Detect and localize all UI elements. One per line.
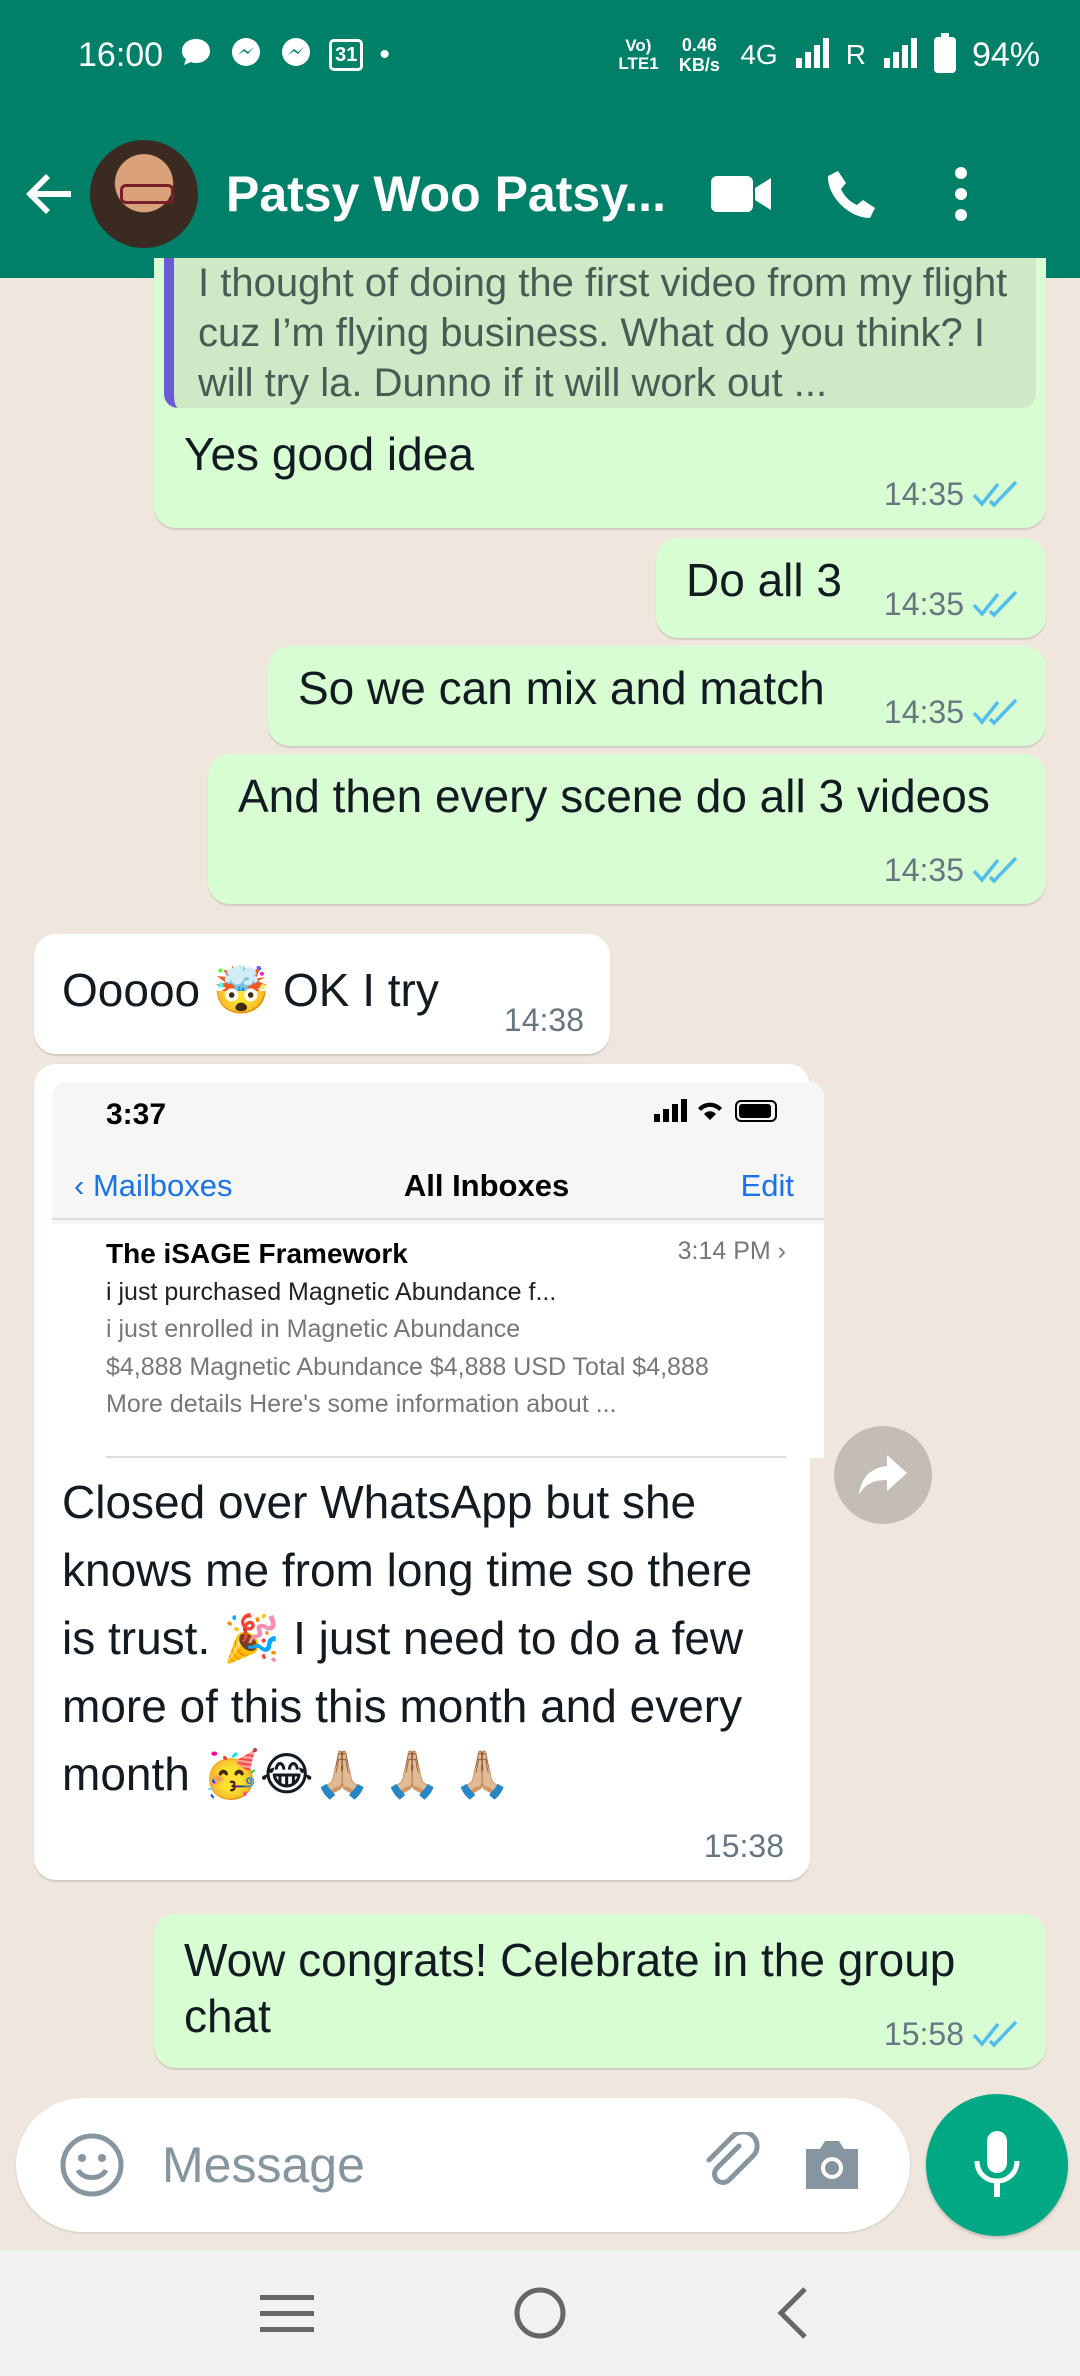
- emoji-button[interactable]: [42, 2115, 142, 2215]
- mail-line: i just purchased Magnetic Abundance f...: [106, 1278, 557, 1306]
- screenshot-status-bar: 3:37: [52, 1082, 824, 1148]
- screenshot-title: All Inboxes: [403, 1167, 570, 1203]
- status-time: 16:00: [78, 35, 164, 74]
- messenger-icon-2: [279, 35, 313, 75]
- message-text: And then every scene do all 3 videos: [238, 770, 990, 822]
- dot-icon: •: [379, 38, 390, 71]
- volte-indicator: Vo) LTE1: [618, 36, 659, 73]
- screenshot-mail-item: The iSAGE Framework 3:14 PM › i just pur…: [52, 1224, 824, 1458]
- message-bubble[interactable]: I thought of doing the first video from …: [154, 258, 1046, 528]
- video-call-button[interactable]: [686, 144, 796, 244]
- read-ticks-icon: [972, 480, 1018, 508]
- read-ticks-icon: [972, 856, 1018, 884]
- back-nav-button[interactable]: [738, 2258, 848, 2368]
- camera-button[interactable]: [782, 2115, 882, 2215]
- message-bubble[interactable]: Do all 3 14:35: [656, 538, 1046, 638]
- image-message-bubble[interactable]: 3:37 ‹ Mailboxes All Inboxes Edit The iS…: [34, 1064, 824, 1880]
- message-text: Do all 3: [686, 554, 842, 606]
- message-text: Closed over WhatsApp but she knows me fr…: [62, 1476, 753, 1800]
- message-meta: 14:38: [504, 1000, 584, 1040]
- forward-icon: [859, 1455, 907, 1495]
- message-bubble[interactable]: So we can mix and match 14:35: [268, 646, 1046, 746]
- mail-line: More details Here's some information abo…: [106, 1389, 617, 1418]
- quoted-message[interactable]: I thought of doing the first video from …: [164, 258, 1036, 408]
- message-text: Wow congrats! Celebrate in the group cha…: [184, 1934, 956, 2042]
- message-meta: 14:35: [884, 474, 1020, 514]
- quoted-text: I thought of doing the first video from …: [198, 261, 1008, 405]
- message-text-part: Ooooo: [62, 964, 201, 1016]
- message-meta: 14:35: [884, 850, 1020, 890]
- message-time: 14:35: [883, 852, 964, 888]
- voice-call-button[interactable]: [796, 144, 906, 244]
- message-input[interactable]: Message: [162, 2136, 682, 2194]
- message-meta: 14:35: [884, 692, 1020, 732]
- message-time: 14:35: [883, 586, 964, 622]
- message-text: Yes good idea: [184, 428, 474, 480]
- message-input-bar: Message: [16, 2098, 910, 2232]
- message-meta: 14:35: [884, 584, 1020, 624]
- messenger-icon: [229, 35, 263, 75]
- camera-icon: [806, 2141, 858, 2189]
- back-button[interactable]: [10, 144, 90, 244]
- screenshot-nav: ‹ Mailboxes All Inboxes Edit: [52, 1154, 824, 1220]
- message-time: 15:58: [883, 2016, 964, 2052]
- read-ticks-icon: [972, 698, 1018, 726]
- more-options-button[interactable]: [906, 144, 1016, 244]
- chat-notification-icon: [179, 35, 213, 75]
- chat-area[interactable]: I thought of doing the first video from …: [0, 258, 1080, 2098]
- video-camera-icon: [711, 176, 771, 212]
- avatar[interactable]: [90, 140, 198, 248]
- exploding-head-emoji: 🤯: [212, 964, 271, 1016]
- mail-line: i just enrolled in Magnetic Abundance: [106, 1315, 521, 1344]
- mail-time: 3:14 PM ›: [677, 1237, 786, 1265]
- battery-level: 94%: [971, 35, 1040, 74]
- screenshot-time: 3:37: [106, 1098, 167, 1132]
- message-time: 14:35: [883, 476, 964, 512]
- home-circle-icon: [514, 2287, 566, 2339]
- message-bubble[interactable]: And then every scene do all 3 videos 14:…: [208, 754, 1046, 904]
- attach-button[interactable]: [682, 2115, 782, 2215]
- network-speed: 0.46 KB/s: [678, 35, 720, 75]
- roaming-indicator: R: [845, 39, 866, 70]
- signal-icon-2: [882, 36, 918, 74]
- chat-header: Patsy Woo Patsy...: [0, 110, 1080, 278]
- emoji-icon: [60, 2133, 124, 2197]
- screenshot-back-link: ‹ Mailboxes: [74, 1167, 233, 1203]
- contact-name[interactable]: Patsy Woo Patsy...: [226, 165, 666, 223]
- menu-icon: [259, 2295, 314, 2332]
- battery-icon: [933, 33, 956, 73]
- voice-record-button[interactable]: [926, 2094, 1068, 2236]
- message-time: 14:35: [883, 694, 964, 730]
- email-screenshot-image[interactable]: 3:37 ‹ Mailboxes All Inboxes Edit The iS…: [52, 1082, 824, 1458]
- message-meta: 15:38: [704, 1826, 784, 1866]
- signal-icon: [794, 36, 830, 74]
- read-ticks-icon: [972, 590, 1018, 618]
- network-type: 4G: [740, 39, 778, 70]
- message-bubble[interactable]: Ooooo 🤯 OK I try 14:38: [34, 934, 610, 1054]
- message-text-part: OK I try: [282, 964, 439, 1016]
- message-time: 14:38: [503, 1002, 584, 1038]
- screenshot-status-icons: [654, 1096, 784, 1134]
- calendar-icon: 31: [329, 39, 364, 71]
- chevron-left-icon: [777, 2287, 808, 2339]
- system-nav-bar: [0, 2250, 1080, 2376]
- more-vertical-icon: [955, 167, 967, 221]
- message-text: So we can mix and match: [298, 662, 825, 714]
- status-bar: 16:00 31 • Vo) LTE1 0.46 KB/s 4G R 94%: [0, 0, 1080, 110]
- message-time: 15:38: [703, 1828, 784, 1864]
- phone-icon: [827, 171, 875, 218]
- screenshot-edit-link: Edit: [740, 1167, 794, 1203]
- menu-nav-button[interactable]: [232, 2258, 342, 2368]
- mail-sender: The iSAGE Framework: [106, 1238, 408, 1269]
- message-meta: 15:58: [884, 2014, 1020, 2054]
- microphone-icon: [974, 2131, 1020, 2197]
- message-text: Ooooo 🤯 OK I try: [62, 962, 439, 1020]
- home-nav-button[interactable]: [485, 2258, 595, 2368]
- read-ticks-icon: [972, 2020, 1018, 2048]
- forward-button[interactable]: [834, 1426, 932, 1524]
- arrow-left-icon: [26, 174, 71, 214]
- message-bubble[interactable]: Wow congrats! Celebrate in the group cha…: [154, 1914, 1046, 2068]
- paperclip-icon: [706, 2132, 760, 2185]
- mail-line: $4,888 Magnetic Abundance $4,888 USD Tot…: [106, 1352, 709, 1381]
